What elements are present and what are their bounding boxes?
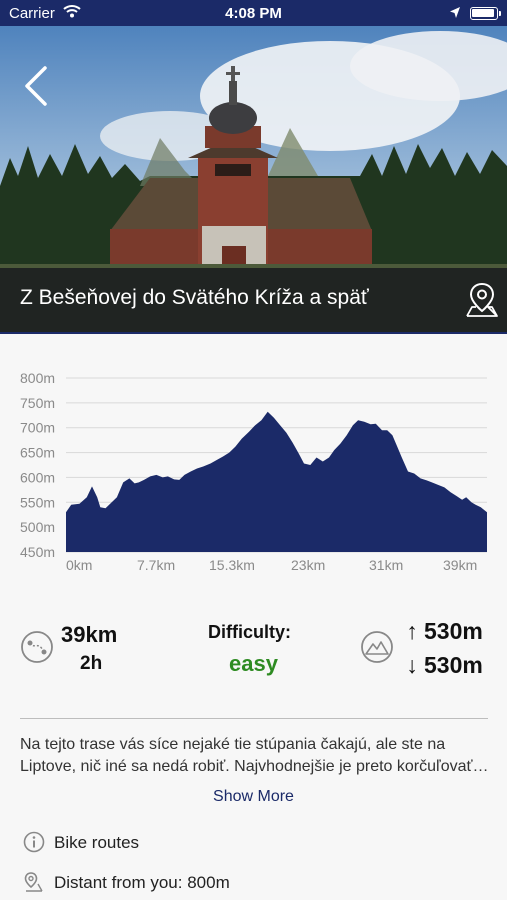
divider [20, 718, 488, 719]
status-bar: Carrier 4:08 PM [0, 0, 507, 26]
location-arrow-icon [450, 7, 460, 18]
y-tick-label: 600m [20, 469, 55, 485]
y-tick-label: 450m [20, 544, 55, 560]
category-label: Bike routes [54, 833, 140, 852]
x-tick-label: 31km [369, 557, 403, 573]
x-tick-label: 0km [66, 557, 92, 573]
ascent-value: 530m [424, 618, 483, 644]
y-tick-label: 500m [20, 519, 55, 535]
distance-from-you-label: Distant from you: 800m [54, 873, 230, 892]
distance-value: 39km [61, 622, 118, 647]
battery-icon [470, 7, 501, 20]
hero-image: Z Bešeňovej do Svätého Kríža a späť [0, 26, 507, 334]
x-tick-label: 39km [443, 557, 477, 573]
status-time: 4:08 PM [225, 5, 282, 22]
info-icon [23, 831, 45, 853]
description-line: Liptove, nič iné sa nedá robiť. Najvhodn… [20, 757, 490, 775]
map-pin-button[interactable] [464, 280, 500, 318]
description-line: Na tejto trase vás síce nejaké tie stúpa… [20, 736, 446, 753]
arrow-up-icon: ↑ [406, 618, 418, 644]
x-tick-label: 23km [291, 557, 325, 573]
location-icon [24, 872, 43, 892]
difficulty-value: easy [229, 651, 278, 676]
accent-line [0, 332, 507, 334]
elevation-chart: 800m 750m 700m 650m 600m 550m 500m 450m 0km 7.7km… [20, 370, 487, 573]
y-tick-label: 800m [20, 370, 55, 386]
mountain-icon [361, 631, 393, 663]
title-bar: Z Bešeňovej do Svätého Kríža a späť [0, 268, 507, 332]
route-stats: 39km 2h Difficulty: easy ↑ 530m ↓ 530m [0, 610, 507, 690]
descent-value: 530m [424, 652, 483, 678]
chevron-left-icon [25, 66, 47, 106]
back-button[interactable] [18, 64, 58, 108]
descent-row: ↓ 530m [404, 652, 483, 679]
y-tick-label: 750m [20, 395, 55, 411]
route-icon [21, 631, 53, 663]
x-tick-label: 15.3km [209, 557, 255, 573]
show-more-button[interactable]: Show More [0, 788, 507, 806]
ascent-row: ↑ 530m [404, 618, 483, 645]
y-tick-label: 650m [20, 445, 55, 461]
arrow-down-icon: ↓ [406, 652, 418, 678]
x-tick-label: 7.7km [137, 557, 175, 573]
route-description: Na tejto trase vás síce nejaké tie stúpa… [20, 734, 490, 778]
elevation-area [66, 411, 487, 552]
y-tick-label: 550m [20, 494, 55, 510]
duration-value: 2h [80, 653, 103, 674]
difficulty-label: Difficulty: [208, 622, 291, 642]
page-title: Z Bešeňovej do Svätého Kríža a späť [20, 286, 369, 309]
y-tick-label: 700m [20, 420, 55, 436]
